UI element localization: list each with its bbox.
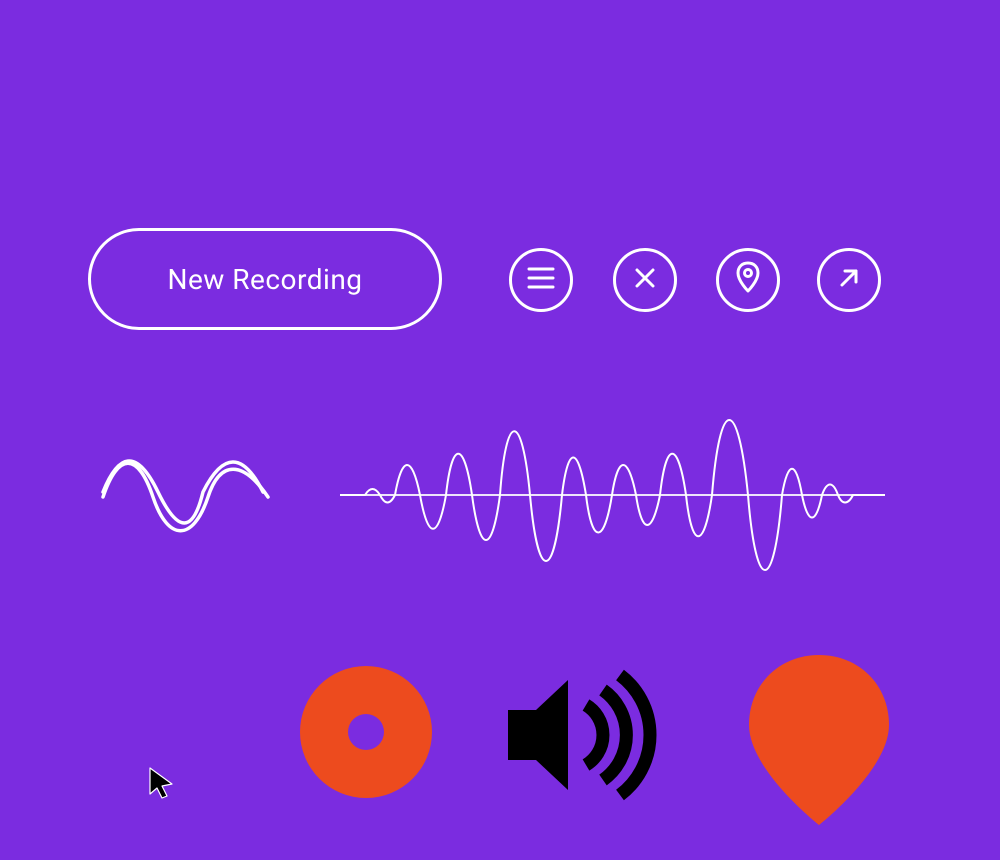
- new-recording-label: New Recording: [167, 263, 362, 296]
- speaker-icon[interactable]: [508, 660, 668, 810]
- audio-waveform-icon: [340, 385, 885, 605]
- sine-wave-icon: [98, 442, 273, 552]
- record-icon[interactable]: [296, 662, 436, 802]
- new-recording-button[interactable]: New Recording: [88, 228, 442, 330]
- close-button[interactable]: [613, 248, 677, 312]
- location-marker-icon[interactable]: [744, 650, 894, 830]
- pin-icon: [735, 261, 761, 299]
- share-button[interactable]: [817, 248, 881, 312]
- close-icon: [633, 266, 657, 294]
- menu-icon: [527, 267, 555, 293]
- cursor-icon: [148, 766, 176, 800]
- share-arrow-icon: [836, 265, 862, 295]
- menu-button[interactable]: [509, 248, 573, 312]
- pin-button[interactable]: [716, 248, 780, 312]
